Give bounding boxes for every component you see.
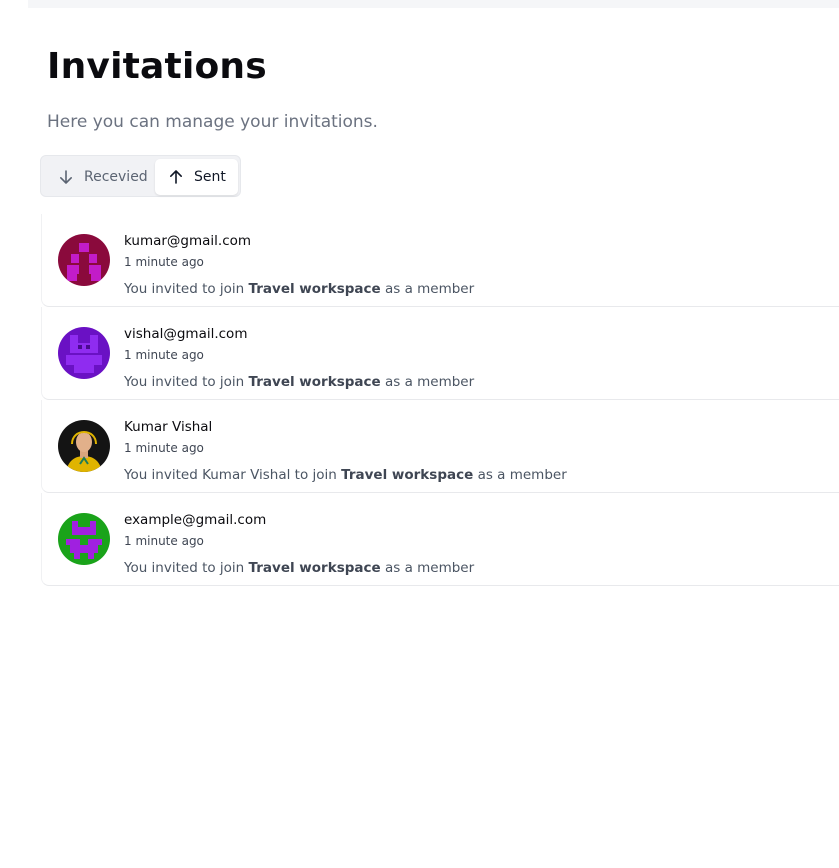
arrow-up-icon (167, 168, 185, 186)
invitation-message: You invited to join Travel workspace as … (124, 560, 475, 576)
tab-sent[interactable]: Sent (155, 159, 238, 195)
tab-received-label: Recevied (84, 169, 148, 185)
workspace-name: Travel workspace (341, 467, 474, 483)
arrow-down-icon (57, 168, 75, 186)
invitation-item: vishal@gmail.com 1 minute ago You invite… (41, 307, 839, 400)
user-photo-avatar (58, 420, 110, 472)
invitation-tabs: Recevied Sent (40, 155, 241, 197)
invitation-list: kumar@gmail.com 1 minute ago You invited… (41, 214, 839, 586)
tab-received[interactable]: Recevied (44, 159, 156, 195)
identicon-avatar (58, 513, 110, 565)
workspace-name: Travel workspace (248, 374, 381, 390)
invitation-message: You invited to join Travel workspace as … (124, 374, 475, 390)
invitation-time: 1 minute ago (124, 255, 204, 269)
invitee-name: kumar@gmail.com (124, 233, 252, 249)
invitation-time: 1 minute ago (124, 348, 204, 362)
identicon-avatar (58, 327, 110, 379)
workspace-name: Travel workspace (248, 281, 381, 297)
invitation-message: You invited to join Travel workspace as … (124, 281, 475, 297)
invitation-time: 1 minute ago (124, 441, 204, 455)
page-subtitle: Here you can manage your invitations. (47, 112, 378, 132)
page-title: Invitations (47, 46, 267, 87)
invitation-item: kumar@gmail.com 1 minute ago You invited… (41, 214, 839, 307)
invitation-item: example@gmail.com 1 minute ago You invit… (41, 493, 839, 586)
identicon-avatar (58, 234, 110, 286)
invitation-time: 1 minute ago (124, 534, 204, 548)
workspace-name: Travel workspace (248, 560, 381, 576)
invitation-message: You invited Kumar Vishal to join Travel … (124, 467, 567, 483)
top-bar (28, 0, 839, 8)
invitation-item: Kumar Vishal 1 minute ago You invited Ku… (41, 400, 839, 493)
invitee-name: vishal@gmail.com (124, 326, 248, 342)
invitee-name: example@gmail.com (124, 512, 267, 528)
tab-sent-label: Sent (194, 169, 226, 185)
invitee-name: Kumar Vishal (124, 419, 213, 435)
